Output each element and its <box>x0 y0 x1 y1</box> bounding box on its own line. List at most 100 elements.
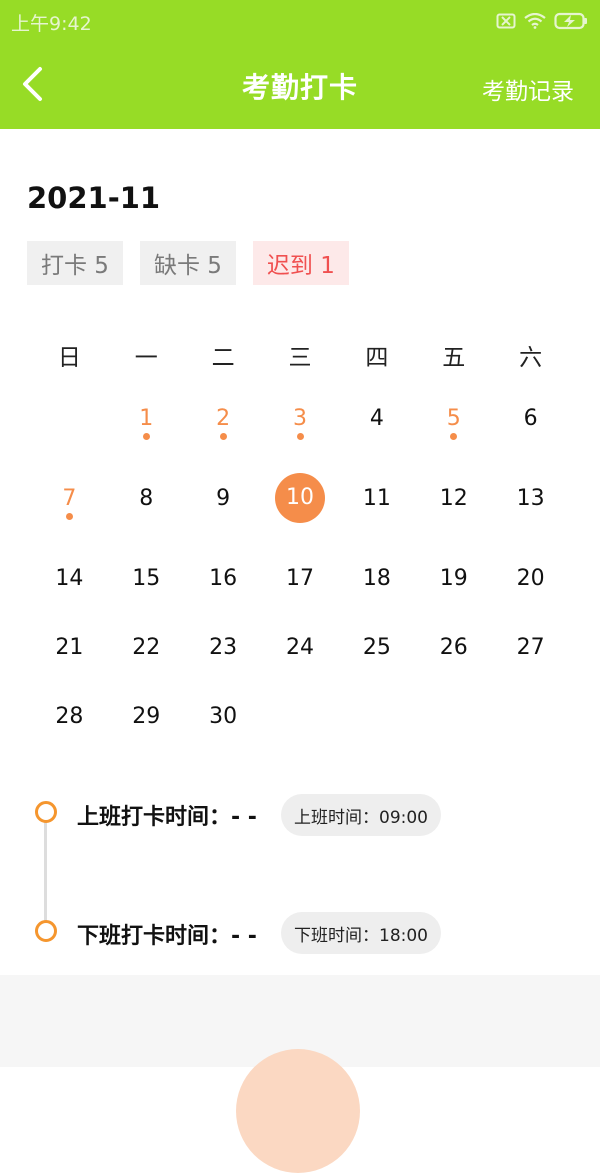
day-number: 11 <box>362 486 391 511</box>
month-label: 2021-11 <box>27 181 161 215</box>
calendar-day[interactable]: 3 <box>262 388 339 448</box>
day-number: 24 <box>286 635 314 660</box>
calendar-day[interactable]: 9 <box>185 468 262 528</box>
day-number: 4 <box>369 406 384 431</box>
calendar-day[interactable]: 11 <box>338 468 415 528</box>
back-button[interactable] <box>20 62 60 106</box>
calendar-day[interactable]: 23 <box>185 617 262 677</box>
day-number: 8 <box>139 486 154 511</box>
day-number: 16 <box>209 566 238 591</box>
status-time: 上午9:42 <box>11 13 92 35</box>
calendar-day[interactable]: 16 <box>185 548 262 608</box>
status-icons <box>496 10 588 32</box>
day-number: 12 <box>439 486 468 511</box>
punch-button[interactable] <box>236 1049 360 1173</box>
clock-out-dot-icon <box>35 920 57 942</box>
day-number: 17 <box>286 566 314 591</box>
calendar-week: 28 29 30 <box>31 686 569 746</box>
calendar-day[interactable]: 19 <box>415 548 492 608</box>
clock-in-label: 上班打卡时间：- - <box>77 805 257 830</box>
day-number: 14 <box>55 566 84 591</box>
chevron-left-icon <box>23 67 42 101</box>
day-number: 1 <box>139 406 154 431</box>
attendance-record-link[interactable]: 考勤记录 <box>482 72 574 106</box>
clock-out-label: 下班打卡时间：- - <box>77 924 257 949</box>
day-number: 10 <box>275 473 325 523</box>
clock-in-dot-icon <box>35 801 57 823</box>
weekday-label: 三 <box>288 345 312 371</box>
day-number: 20 <box>516 566 545 591</box>
calendar-day[interactable]: 1 <box>108 388 185 448</box>
calendar-day[interactable]: 15 <box>108 548 185 608</box>
day-number: 26 <box>439 635 468 660</box>
calendar-day[interactable]: 20 <box>492 548 569 608</box>
punch-mark-dot <box>219 433 227 440</box>
calendar-week: 21 22 23 24 25 26 27 <box>31 617 569 677</box>
missing-count-badge: 缺卡 5 <box>139 241 236 285</box>
day-number: 25 <box>362 635 391 660</box>
calendar-day[interactable]: 27 <box>492 617 569 677</box>
day-number: 15 <box>132 566 161 591</box>
weekday-label: 一 <box>134 345 158 371</box>
calendar-empty-cell <box>262 686 339 746</box>
day-number: 29 <box>132 704 161 729</box>
weekday-header: 日 一 二 三 四 五 六 <box>31 338 569 372</box>
day-number: 7 <box>62 486 77 511</box>
weekday-label: 六 <box>519 345 543 371</box>
day-number: 5 <box>446 406 461 431</box>
battery-charging-icon <box>554 12 587 30</box>
calendar-day-today[interactable]: 10 <box>262 468 339 528</box>
weekday-label: 日 <box>57 345 81 371</box>
calendar-week: 7 8 9 10 11 12 13 <box>31 468 569 528</box>
day-number: 2 <box>216 406 231 431</box>
calendar-day[interactable]: 26 <box>415 617 492 677</box>
day-number: 3 <box>293 406 307 431</box>
punch-count-badge: 打卡 5 <box>27 241 123 285</box>
calendar-day[interactable]: 7 <box>31 468 108 528</box>
punch-mark-dot <box>296 433 304 440</box>
day-number: 21 <box>55 635 84 660</box>
app-header: 上午9:42 考勤打卡 考勤记录 <box>0 0 600 129</box>
day-number: 22 <box>132 635 161 660</box>
calendar-day[interactable]: 5 <box>415 388 492 448</box>
timeline-line <box>44 822 47 928</box>
calendar-day[interactable]: 14 <box>31 548 108 608</box>
calendar-day[interactable]: 28 <box>31 686 108 746</box>
calendar-week: 1 2 3 4 5 6 <box>31 388 569 448</box>
calendar-day[interactable]: 21 <box>31 617 108 677</box>
day-number: 28 <box>55 704 84 729</box>
calendar-empty-cell <box>338 686 415 746</box>
calendar-empty-cell <box>31 388 108 448</box>
punch-mark-dot <box>142 433 150 440</box>
calendar-day[interactable]: 30 <box>185 686 262 746</box>
wifi-icon <box>524 13 546 29</box>
calendar-empty-cell <box>415 686 492 746</box>
calendar-week: 14 15 16 17 18 19 20 <box>31 548 569 608</box>
weekday-label: 四 <box>365 345 389 371</box>
calendar-day[interactable]: 8 <box>108 468 185 528</box>
calendar-day[interactable]: 13 <box>492 468 569 528</box>
day-number: 27 <box>516 635 545 660</box>
punch-mark-dot <box>65 513 73 520</box>
day-number: 9 <box>216 486 231 511</box>
calendar-day[interactable]: 2 <box>185 388 262 448</box>
weekday-label: 二 <box>211 345 235 371</box>
calendar-day[interactable]: 12 <box>415 468 492 528</box>
calendar-empty-cell <box>492 686 569 746</box>
calendar-day[interactable]: 29 <box>108 686 185 746</box>
late-count-badge: 迟到 1 <box>252 241 349 285</box>
day-number: 19 <box>439 566 468 591</box>
day-number: 18 <box>362 566 391 591</box>
calendar-day[interactable]: 22 <box>108 617 185 677</box>
stats-row: 打卡 5 缺卡 5 迟到 1 <box>27 241 349 285</box>
calendar-day[interactable]: 18 <box>338 548 415 608</box>
calendar-day[interactable]: 4 <box>338 388 415 448</box>
calendar-day[interactable]: 6 <box>492 388 569 448</box>
day-number: 23 <box>209 635 238 660</box>
no-sim-icon <box>496 13 516 29</box>
weekday-label: 五 <box>442 345 466 371</box>
calendar-day[interactable]: 25 <box>338 617 415 677</box>
calendar-day[interactable]: 17 <box>262 548 339 608</box>
calendar-day[interactable]: 24 <box>262 617 339 677</box>
day-number: 30 <box>209 704 238 729</box>
